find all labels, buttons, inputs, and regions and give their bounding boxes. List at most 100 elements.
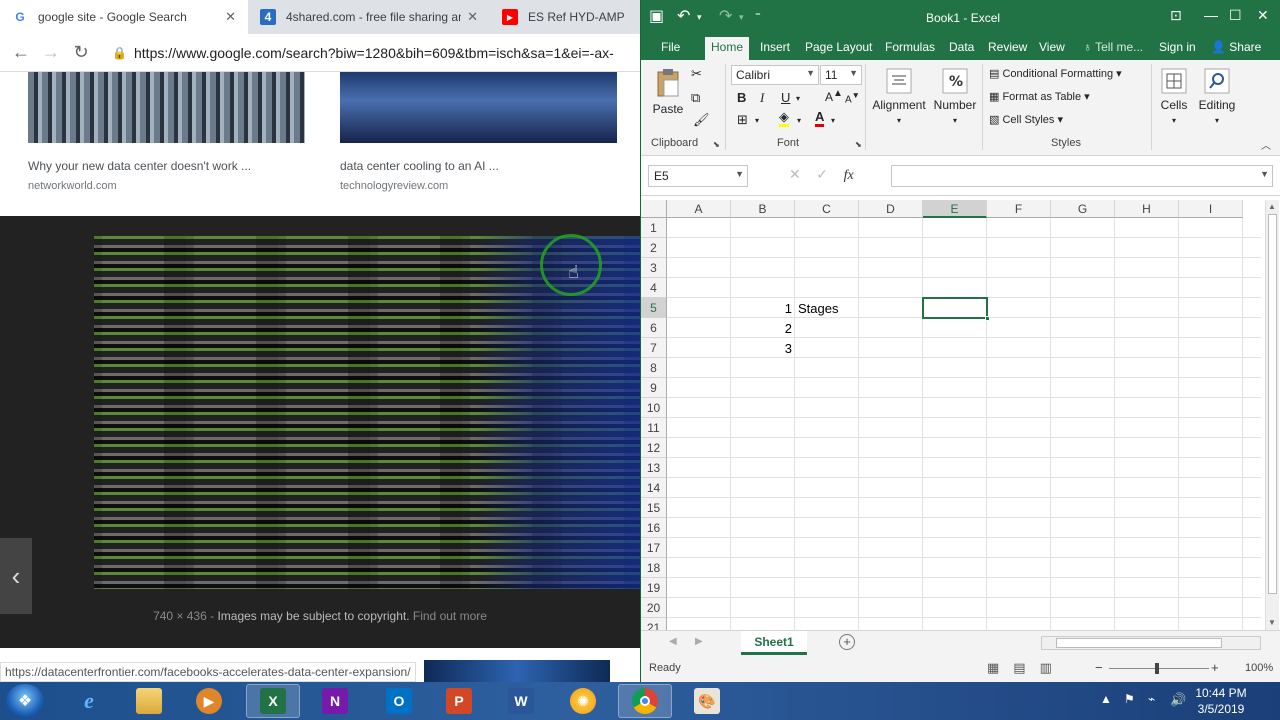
tab-review[interactable]: Review [988, 40, 1027, 54]
powerpoint-icon[interactable]: P [432, 684, 486, 718]
minimize-icon[interactable]: — [1204, 7, 1218, 23]
borders-icon[interactable]: ⊞ [737, 112, 748, 128]
chrome-tab-4shared[interactable]: 4 4shared.com - free file sharing and ✕ [248, 0, 490, 34]
ribbon-display-options-icon[interactable]: ⊡ [1170, 7, 1182, 24]
name-box[interactable]: E5 ▼ [648, 165, 748, 187]
column-header-b[interactable]: B [731, 200, 795, 218]
row-header-12[interactable]: 12 [641, 438, 667, 458]
data-center-thumbnail[interactable] [340, 72, 617, 143]
image-result-2[interactable]: data center cooling to an AI ... technol… [340, 72, 620, 192]
grow-font-icon[interactable]: A▲ [825, 88, 843, 104]
italic-button[interactable]: I [760, 90, 764, 106]
internet-explorer-icon[interactable]: e [62, 684, 116, 718]
related-image-strip[interactable] [424, 660, 610, 682]
redo-dropdown-icon[interactable]: ▾ [739, 12, 744, 23]
onenote-icon[interactable]: N [308, 684, 362, 718]
row-header-14[interactable]: 14 [641, 478, 667, 498]
outlook-icon[interactable]: O [372, 684, 426, 718]
fill-handle[interactable] [985, 316, 990, 321]
row-header-16[interactable]: 16 [641, 518, 667, 538]
column-header-g[interactable]: G [1051, 200, 1115, 218]
row-header-7[interactable]: 7 [641, 338, 667, 358]
underline-dropdown-icon[interactable]: ▾ [796, 94, 800, 103]
undo-dropdown-icon[interactable]: ▾ [697, 12, 702, 23]
font-name-dropdown[interactable]: Calibri ▼ [731, 65, 819, 85]
select-all-corner[interactable] [641, 200, 667, 218]
vertical-scrollbar[interactable]: ▲ ▼ [1265, 200, 1279, 630]
tell-me-box[interactable]: ♁ Tell me... [1083, 40, 1143, 54]
find-out-more-link[interactable]: Find out more [413, 609, 487, 623]
zoom-in-icon[interactable]: + [1211, 660, 1219, 675]
previous-image-icon[interactable]: ‹ [0, 538, 32, 614]
row-header-10[interactable]: 10 [641, 398, 667, 418]
borders-dropdown-icon[interactable]: ▾ [755, 116, 759, 125]
system-clock[interactable]: 10:44 PM 3/5/2019 [1176, 685, 1266, 717]
scroll-down-icon[interactable]: ▼ [1268, 618, 1276, 627]
maximize-icon[interactable]: ☐ [1229, 7, 1242, 24]
collapse-ribbon-icon[interactable]: ︿ [1261, 137, 1271, 152]
row-header-19[interactable]: 19 [641, 578, 667, 598]
start-button-icon[interactable]: ❖ [6, 684, 44, 718]
tab-home[interactable]: Home [705, 37, 750, 60]
paint-icon[interactable]: 🎨 [680, 684, 734, 718]
expand-formula-bar-icon[interactable]: ▼ [1260, 169, 1269, 179]
horizontal-scrollbar[interactable] [1041, 636, 1261, 650]
customize-quick-access-icon[interactable]: ⁼ [755, 9, 761, 22]
back-arrow-icon[interactable]: ← [6, 38, 36, 68]
column-header-d[interactable]: D [859, 200, 923, 218]
redo-icon[interactable]: ↷ [719, 6, 732, 26]
address-bar[interactable]: 🔒 https://www.google.com/search?biw=1280… [112, 39, 640, 67]
row-header-8[interactable]: 8 [641, 358, 667, 378]
insert-function-icon[interactable]: fx [844, 168, 854, 183]
share-button[interactable]: 👤 Share [1211, 40, 1261, 54]
font-size-dropdown[interactable]: 11 ▼ [820, 65, 862, 85]
cell-styles-button[interactable]: ▧ Cell Styles ▾ [989, 113, 1063, 126]
font-color-icon[interactable]: A [815, 110, 825, 127]
column-header-a[interactable]: A [667, 200, 731, 218]
column-header-f[interactable]: F [987, 200, 1051, 218]
add-sheet-icon[interactable]: + [839, 634, 855, 650]
action-center-icon[interactable]: ⚑ [1124, 692, 1135, 706]
column-header-c[interactable]: C [795, 200, 859, 218]
tab-formulas[interactable]: Formulas [885, 40, 935, 54]
cell-b6[interactable]: 2 [731, 318, 795, 338]
sheet-tab-sheet1[interactable]: Sheet1 [741, 631, 807, 655]
show-hidden-icons-icon[interactable]: ▲ [1100, 692, 1112, 706]
cut-icon[interactable]: ✂ [691, 66, 702, 82]
formula-input[interactable]: ▼ [891, 165, 1273, 187]
conditional-formatting-button[interactable]: ▤ Conditional Formatting ▾ [989, 67, 1122, 80]
undo-icon[interactable]: ↶ [677, 6, 690, 26]
tab-file[interactable]: File [661, 40, 680, 54]
row-header-6[interactable]: 6 [641, 318, 667, 338]
zoom-level[interactable]: 100% [1245, 662, 1273, 674]
paste-button[interactable]: Paste [651, 68, 685, 116]
row-header-9[interactable]: 9 [641, 378, 667, 398]
alignment-button[interactable]: Alignment ▾ [869, 68, 929, 126]
image-result-1[interactable]: Why your new data center doesn't work ..… [28, 72, 308, 192]
page-layout-view-icon[interactable]: ▤ [1013, 660, 1039, 675]
dialog-launcher-icon[interactable]: ⬊ [855, 140, 862, 149]
word-icon[interactable]: W [494, 684, 548, 718]
zoom-slider-knob[interactable] [1155, 663, 1159, 674]
font-color-dropdown-icon[interactable]: ▾ [831, 116, 835, 125]
data-center-thumbnail[interactable] [28, 72, 305, 143]
zoom-slider[interactable] [1109, 663, 1209, 674]
result-title[interactable]: Why your new data center doesn't work ..… [28, 159, 308, 173]
tab-view[interactable]: View [1039, 40, 1065, 54]
prev-sheet-icon[interactable]: ◀ [669, 636, 677, 647]
format-painter-icon[interactable]: 🖌 [693, 112, 710, 128]
file-explorer-icon[interactable] [122, 684, 176, 718]
next-sheet-icon[interactable]: ▶ [695, 636, 703, 647]
number-button[interactable]: % Number ▾ [931, 68, 979, 126]
scroll-thumb[interactable] [1268, 214, 1277, 594]
row-header-13[interactable]: 13 [641, 458, 667, 478]
excel-taskbar-icon[interactable]: X [246, 684, 300, 718]
cells-button[interactable]: Cells ▾ [1154, 68, 1194, 126]
save-icon[interactable]: ▣ [649, 6, 664, 26]
chrome-tab-google-search[interactable]: G google site - Google Search ✕ [0, 0, 248, 34]
page-break-view-icon[interactable]: ▥ [1040, 660, 1066, 675]
active-cell-selection[interactable] [922, 297, 990, 321]
sign-in-link[interactable]: Sign in [1159, 40, 1196, 54]
column-header-h[interactable]: H [1115, 200, 1179, 218]
row-header-21[interactable]: 21 [641, 618, 667, 630]
